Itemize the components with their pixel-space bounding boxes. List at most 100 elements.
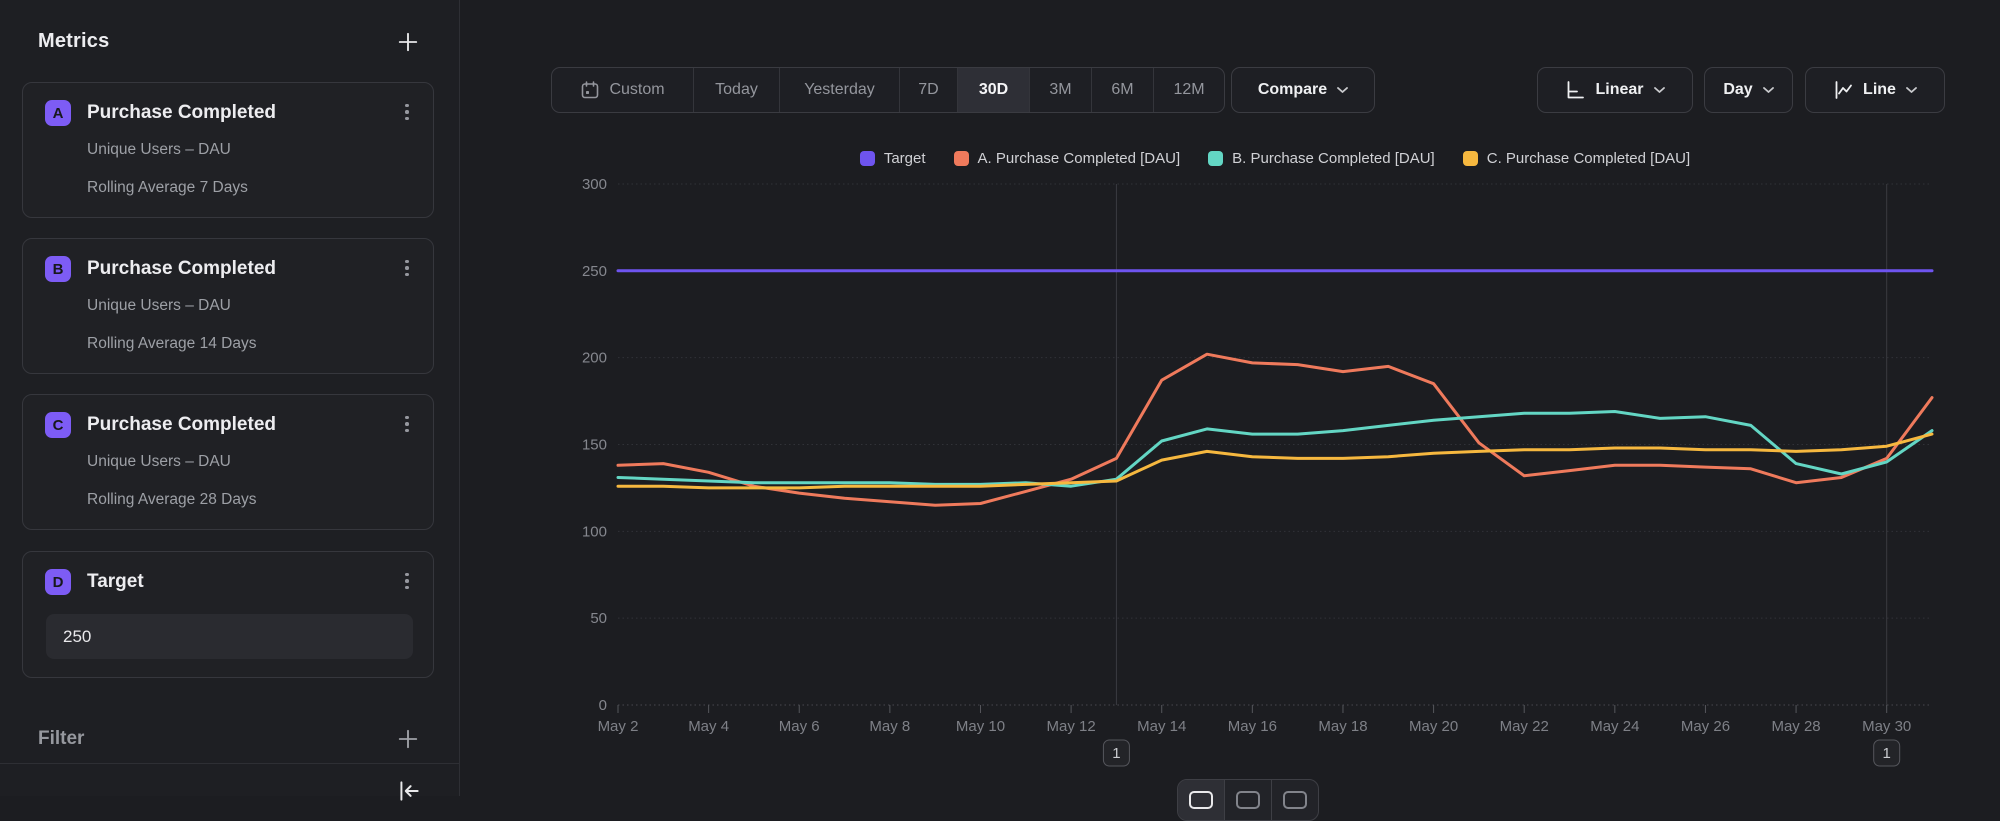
metric-card-b[interactable]: B Purchase Completed Unique Users – DAU … [22,238,434,374]
range-3m[interactable]: 3M [1030,68,1092,112]
scale-dropdown[interactable]: Linear [1537,67,1693,113]
chart-type-dropdown[interactable]: Line [1805,67,1945,113]
plus-icon [397,31,419,53]
legend-item[interactable]: A. Purchase Completed [DAU] [954,150,1181,167]
series-line [618,412,1932,487]
metric-measure: Unique Users – DAU [87,297,231,315]
filter-section: Filter [38,728,419,750]
legend-item[interactable]: C. Purchase Completed [DAU] [1463,150,1690,167]
annotation-badge[interactable] [1874,740,1900,766]
legend-label: C. Purchase Completed [DAU] [1487,150,1690,167]
compare-dropdown[interactable]: Compare [1231,67,1375,113]
x-axis-label: May 4 [688,718,729,735]
range-label: Today [715,81,758,99]
y-axis-label: 250 [582,263,607,280]
add-filter-button[interactable] [397,728,419,750]
x-axis-label: May 6 [779,718,820,735]
range-12m[interactable]: 12M [1154,68,1224,112]
y-axis-label: 50 [590,610,607,627]
kebab-menu-icon[interactable] [397,411,417,437]
legend-swatch-icon [1463,151,1478,166]
target-value-input[interactable] [46,614,413,659]
target-card[interactable]: D Target [22,551,434,678]
metric-card-a[interactable]: A Purchase Completed Unique Users – DAU … [22,82,434,218]
chart-view-icon [1189,791,1213,809]
x-axis-label: May 12 [1047,718,1096,735]
display-mode-table-button[interactable] [1225,780,1272,820]
table-view-icon [1236,791,1260,809]
range-label: 30D [979,81,1008,99]
metric-card-c[interactable]: C Purchase Completed Unique Users – DAU … [22,394,434,530]
metric-measure: Unique Users – DAU [87,141,231,159]
x-axis-label: May 22 [1500,718,1549,735]
chevron-down-icon [1763,87,1774,94]
filter-title: Filter [38,728,84,750]
metric-badge-d: D [45,569,71,595]
x-axis-label: May 20 [1409,718,1458,735]
x-axis-label: May 2 [598,718,639,735]
legend-label: Target [884,150,926,167]
legend-label: B. Purchase Completed [DAU] [1232,150,1435,167]
granularity-dropdown[interactable]: Day [1704,67,1793,113]
linear-scale-icon [1565,80,1585,100]
collapse-sidebar-button[interactable] [396,779,422,803]
kebab-menu-icon[interactable] [397,99,417,125]
display-mode-chart-button[interactable] [1178,780,1225,820]
legend-item[interactable]: Target [860,150,926,167]
range-today[interactable]: Today [694,68,780,112]
y-axis-label: 150 [582,437,607,454]
compare-label: Compare [1258,81,1327,99]
chart-display-toggle [1177,779,1319,821]
range-yesterday[interactable]: Yesterday [780,68,900,112]
metrics-sidebar: Metrics A Purchase Completed Unique User… [0,0,460,796]
chart-legend: Target A. Purchase Completed [DAU] B. Purc… [618,147,1932,169]
range-30d[interactable]: 30D [958,68,1030,112]
metric-badge-b: B [45,256,71,282]
target-title: Target [87,571,144,593]
metric-badge-c: C [45,412,71,438]
plus-icon [397,728,419,750]
chevron-down-icon [1906,87,1917,94]
legend-swatch-icon [954,151,969,166]
metric-title: Purchase Completed [87,414,276,436]
date-range-selector: Custom Today Yesterday 7D 30D 3M 6M 12M [551,67,1225,113]
annotation-label: 1 [1883,745,1891,762]
x-axis-label: May 10 [956,718,1005,735]
range-label: 6M [1111,81,1133,99]
x-axis-label: May 30 [1862,718,1911,735]
granularity-label: Day [1723,81,1752,99]
chevron-down-icon [1337,87,1348,94]
metric-transform: Rolling Average 28 Days [87,491,256,509]
kebab-menu-icon[interactable] [397,568,417,594]
annotation-badge[interactable] [1103,740,1129,766]
y-axis-label: 0 [599,697,607,714]
metric-badge-a: A [45,100,71,126]
kebab-menu-icon[interactable] [397,255,417,281]
range-label: Yesterday [804,81,875,99]
x-axis-label: May 8 [869,718,910,735]
range-7d[interactable]: 7D [900,68,958,112]
series-line [618,354,1932,505]
legend-item[interactable]: B. Purchase Completed [DAU] [1208,150,1435,167]
metric-transform: Rolling Average 7 Days [87,179,248,197]
metric-transform: Rolling Average 14 Days [87,335,256,353]
metric-title: Purchase Completed [87,102,276,124]
chart-type-label: Line [1863,81,1896,99]
calendar-icon [580,80,600,100]
range-custom[interactable]: Custom [552,68,694,112]
y-axis-label: 100 [582,523,607,540]
range-6m[interactable]: 6M [1092,68,1154,112]
chevron-down-icon [1654,87,1665,94]
series-line [618,434,1932,488]
add-metric-button[interactable] [397,31,419,53]
metric-measure: Unique Users – DAU [87,453,231,471]
collapse-left-icon [396,779,422,803]
x-axis-label: May 18 [1318,718,1367,735]
x-axis-label: May 26 [1681,718,1730,735]
line-chart-icon [1833,80,1853,100]
display-mode-split-button[interactable] [1272,780,1318,820]
sidebar-divider [0,763,459,764]
legend-label: A. Purchase Completed [DAU] [978,150,1181,167]
range-label: Custom [609,81,664,99]
legend-swatch-icon [1208,151,1223,166]
